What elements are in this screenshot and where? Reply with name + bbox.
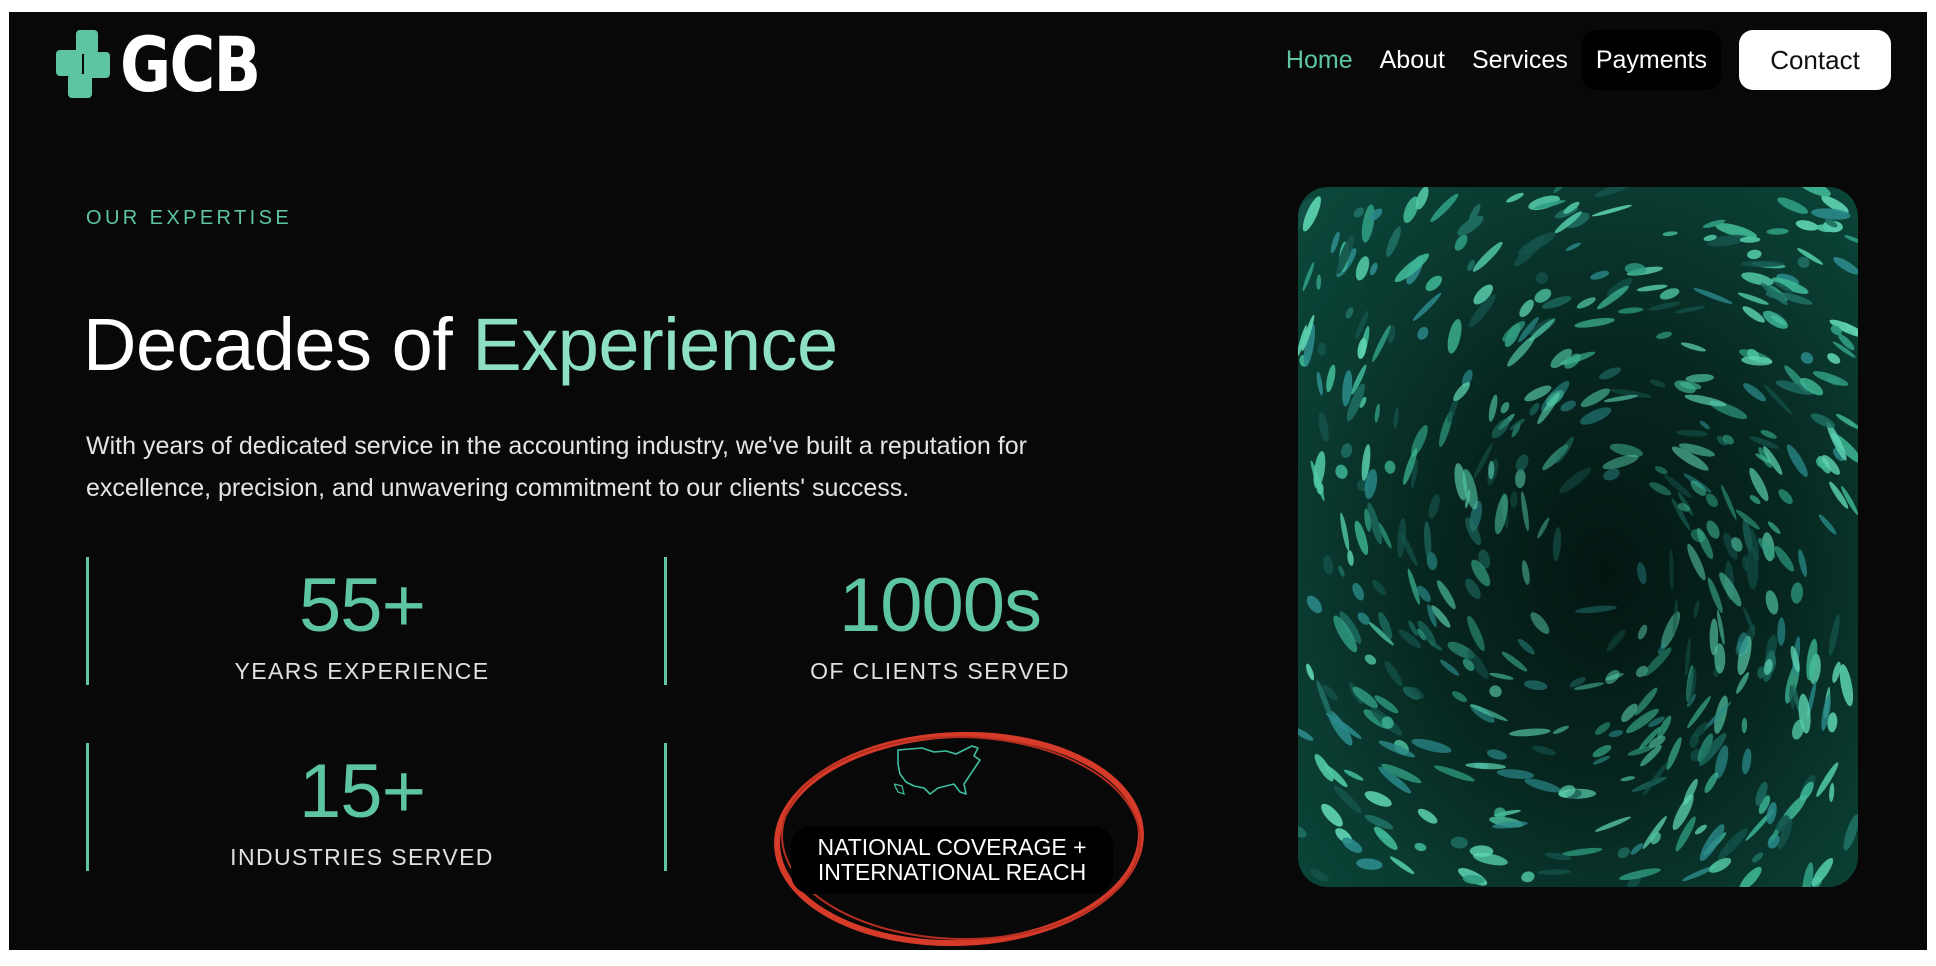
coverage-label: NATIONAL COVERAGE + INTERNATIONAL REACH [791, 826, 1113, 894]
stat-label: INDUSTRIES SERVED [230, 844, 494, 870]
nav-payments-link[interactable]: Payments [1581, 30, 1721, 90]
cross-blocks-logo-icon [56, 30, 112, 100]
hero-artwork-image [1298, 187, 1858, 887]
stat-divider [664, 743, 667, 871]
headline-plain: Decades of [83, 303, 473, 386]
page-title: Decades of Experience [83, 300, 838, 390]
stat-value: 55+ [299, 563, 426, 648]
hero-description: With years of dedicated service in the a… [86, 432, 1027, 502]
nav-services-link[interactable]: Services [1472, 30, 1568, 90]
stat-value: 1000s [838, 563, 1042, 648]
brand-logo[interactable]: GCB [56, 25, 290, 105]
section-eyebrow: OUR EXPERTISE [86, 207, 293, 229]
nav-about-link[interactable]: About [1380, 30, 1445, 90]
coverage-line-2: INTERNATIONAL REACH [817, 859, 1087, 885]
brand-name: GCB [120, 20, 261, 109]
main-nav: Home About Services Payments Contact [1259, 30, 1891, 90]
coverage-line-1: NATIONAL COVERAGE + [817, 834, 1087, 860]
coverage-stat: NATIONAL COVERAGE + INTERNATIONAL REACH [759, 724, 1159, 950]
contact-button[interactable]: Contact [1739, 30, 1891, 90]
stat-value: 15+ [299, 749, 426, 834]
headline-accent: Experience [472, 303, 838, 386]
stat-label: OF CLIENTS SERVED [810, 658, 1070, 684]
page-frame: GCB Home About Services Payments Contact… [9, 12, 1927, 950]
usa-map-icon [894, 745, 981, 795]
stat-label: YEARS EXPERIENCE [234, 658, 490, 684]
nav-home-link[interactable]: Home [1286, 30, 1353, 90]
